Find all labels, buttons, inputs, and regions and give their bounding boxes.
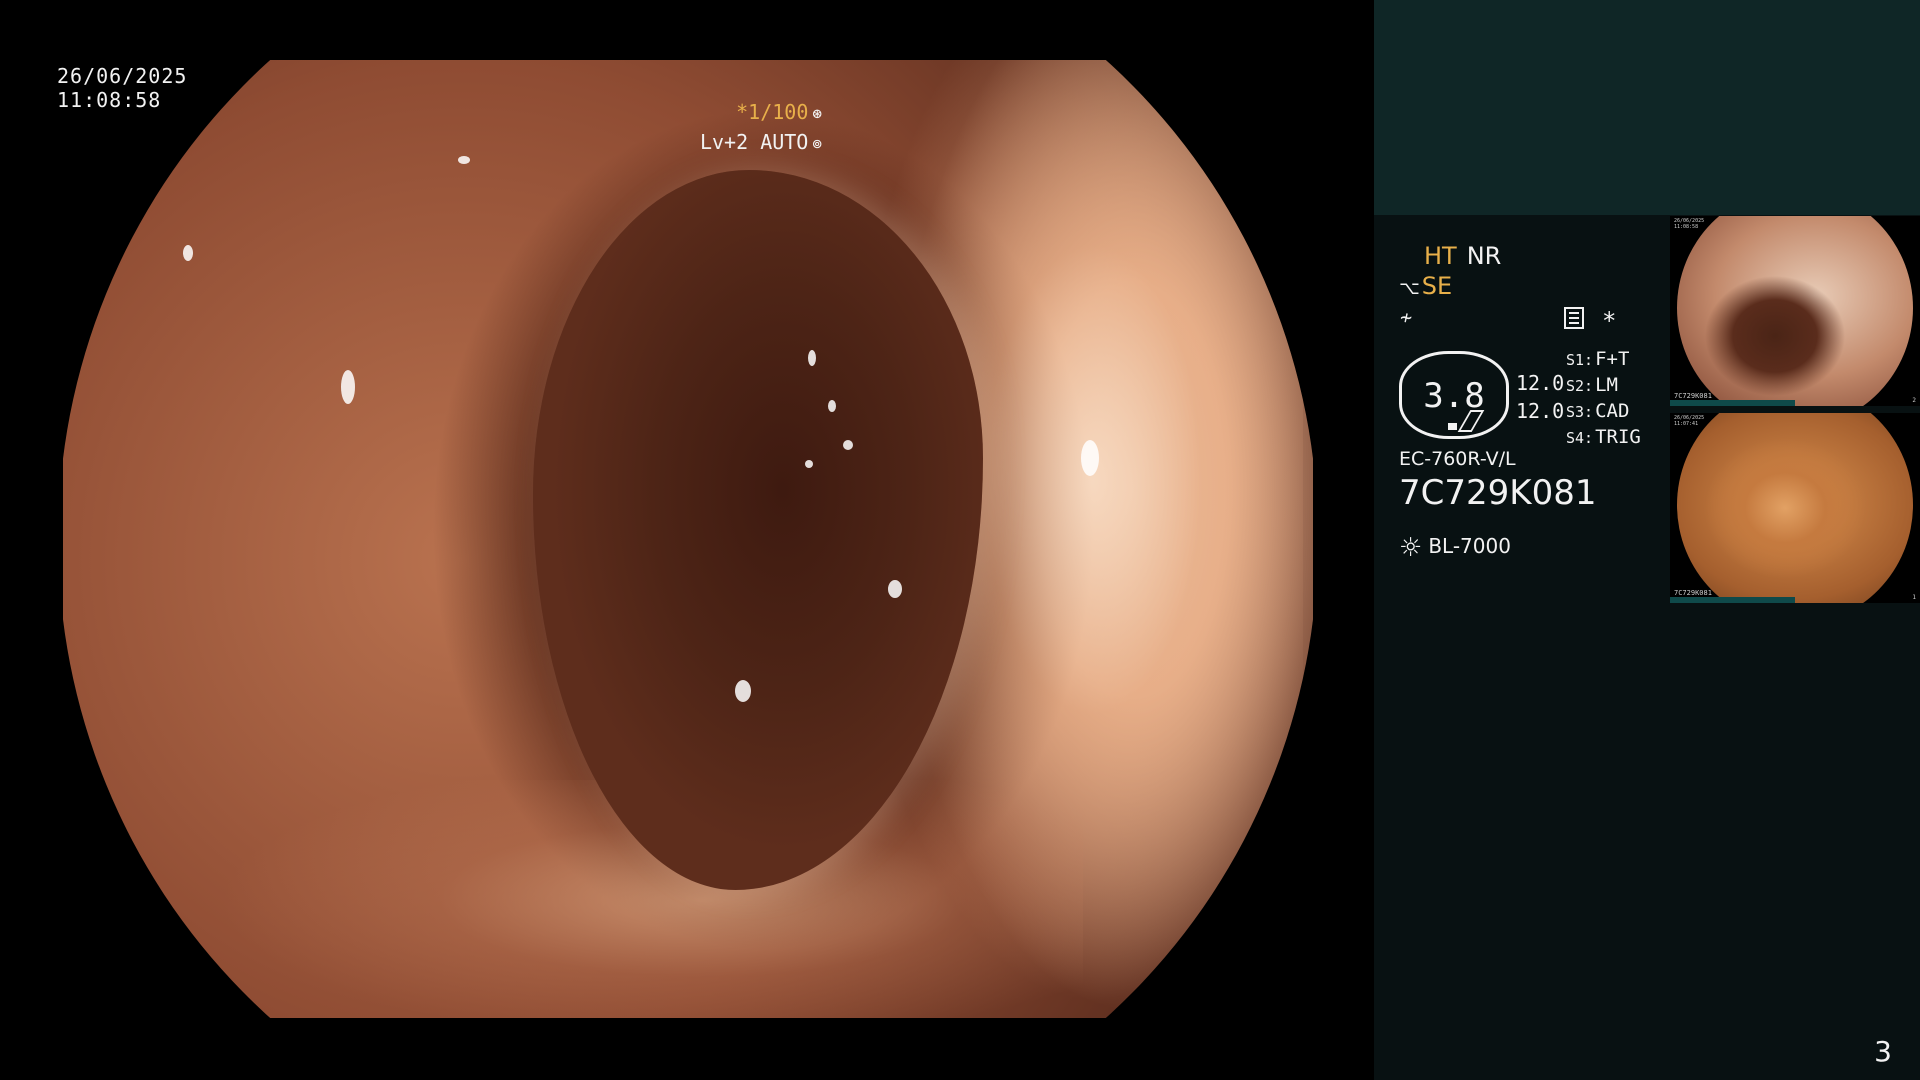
setting-s2: S2: LM	[1566, 374, 1618, 396]
exam-time: 11:08:58	[57, 88, 162, 112]
thumbnail-serial: 7C729K081	[1674, 589, 1712, 597]
menu-icon	[1564, 307, 1584, 329]
thumbnail-datetime: 26/06/2025 11:07:41	[1674, 415, 1705, 427]
brightness-level: Lv+2	[699, 130, 749, 154]
thumbnail-image	[1677, 216, 1913, 406]
capture-thumbnail[interactable]: 26/06/2025 11:07:41 7C729K081 1	[1670, 413, 1920, 603]
scope-serial: 7C729K081	[1399, 473, 1597, 513]
thumbnail-image	[1677, 413, 1913, 603]
gauge-upper: 12.0	[1516, 371, 1565, 395]
freeze-icon: ≁	[1400, 305, 1413, 329]
thumbnail-datetime: 26/06/2025 11:08:58	[1674, 218, 1705, 230]
settings-panel: HT NR ⌥SE ≁ * 3.8 12.0 12.0 S1: F+T S2: LM …	[1374, 215, 1674, 615]
datetime-overlay: 26/06/2025 11:08:58	[57, 64, 187, 112]
gauge-marker	[1448, 423, 1457, 430]
thumbnail-bar	[1670, 597, 1795, 603]
sidebar-header-area	[1374, 0, 1920, 215]
ht-label: HT	[1424, 242, 1457, 270]
exam-date: 26/06/2025	[57, 64, 188, 88]
iris-icon: ⊚	[812, 134, 822, 153]
thumbnail-number: 1	[1912, 594, 1916, 601]
capture-indicator: *	[1602, 307, 1617, 335]
switch-settings: S1: F+T S2: LM S3: CAD S4: TRIG	[1566, 347, 1641, 451]
shutter-speed: *1/100	[736, 100, 809, 124]
endoscopic-image	[63, 60, 1313, 1018]
light-source: BL-7000	[1428, 534, 1511, 558]
specular-highlight	[843, 440, 853, 450]
scope-model: EC-760R-V/L	[1399, 448, 1516, 470]
nr-label: NR	[1466, 242, 1502, 270]
specular-highlight	[458, 156, 470, 164]
capture-thumbnail[interactable]: 26/06/2025 11:08:58 7C729K081 2	[1670, 216, 1920, 406]
thumbnail-serial: 7C729K081	[1674, 392, 1712, 400]
specular-highlight	[828, 400, 836, 412]
specular-highlight	[805, 460, 813, 468]
specular-highlight	[735, 680, 751, 702]
endoscope-main-view: 26/06/2025 11:08:58 *1/100 ⊛ Lv+2 AUTO ⊚	[0, 0, 1374, 1080]
gauge-values: 12.0 12.0	[1516, 369, 1564, 425]
thumbnail-number: 2	[1912, 397, 1916, 404]
gauge-lower: 12.0	[1516, 399, 1565, 423]
zoom-value: 3.8	[1423, 376, 1485, 416]
setting-s1: S1: F+T	[1566, 348, 1630, 370]
zoom-gauge: 3.8	[1399, 351, 1509, 439]
setting-s4: S4: TRIG	[1566, 426, 1641, 448]
light-source-row: ☼ BL-7000	[1399, 533, 1511, 563]
specular-highlight	[808, 350, 816, 366]
se-label: SE	[1421, 272, 1453, 300]
aperture-icon: ⊛	[812, 104, 822, 123]
specular-highlight	[888, 580, 902, 598]
specular-highlight	[183, 245, 193, 261]
exposure-overlay: *1/100 ⊛ Lv+2 AUTO ⊚	[700, 98, 822, 158]
specular-highlight	[341, 370, 355, 404]
enhancement-row: HT NR	[1424, 242, 1501, 270]
light-source-icon: ☼	[1399, 533, 1423, 563]
structure-enhancement-row: ⌥SE	[1399, 272, 1452, 300]
auto-mode: AUTO	[760, 130, 809, 154]
setting-s3: S3: CAD	[1566, 400, 1630, 422]
thumbnail-bar	[1670, 400, 1795, 406]
page-number: 3	[1874, 1035, 1892, 1068]
specular-highlight	[1081, 440, 1099, 476]
enhancement-icon: ⌥	[1399, 278, 1420, 299]
